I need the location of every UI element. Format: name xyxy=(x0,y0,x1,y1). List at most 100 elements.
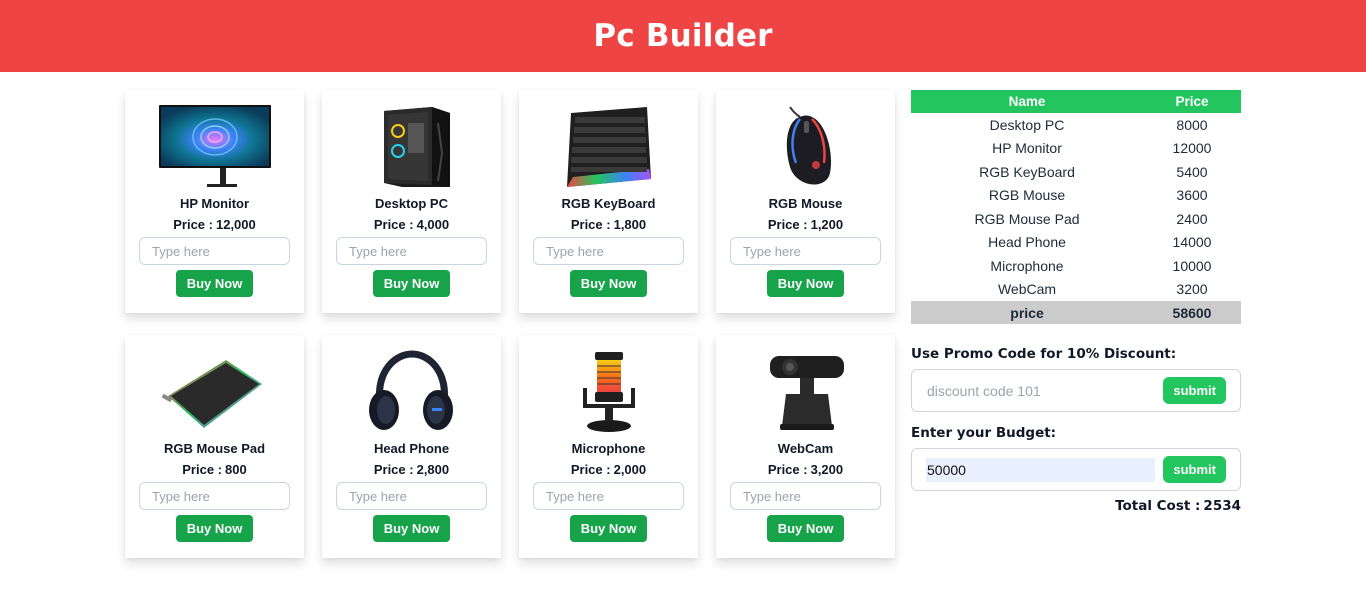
webcam-image xyxy=(746,347,866,437)
buy-now-button[interactable]: Buy Now xyxy=(175,270,254,297)
row-name: WebCam xyxy=(997,281,1057,298)
quantity-input[interactable] xyxy=(139,482,290,510)
buy-now-button[interactable]: Buy Now xyxy=(766,270,845,297)
product-name: HP Monitor xyxy=(179,196,250,211)
promo-submit-button[interactable]: submit xyxy=(1163,377,1226,404)
quantity-input[interactable] xyxy=(533,237,684,265)
table-row: RGB KeyBoard 5400 xyxy=(911,160,1241,184)
promo-form: submit xyxy=(911,369,1241,412)
microphone-image xyxy=(549,347,669,437)
monitor-image xyxy=(155,102,275,192)
product-card: RGB Mouse Pad Price :800 Buy Now xyxy=(125,335,304,558)
product-card: RGB Mouse Price :1,200 Buy Now xyxy=(716,90,895,313)
table-total-row: price 58600 xyxy=(911,301,1241,324)
mouse-image xyxy=(746,102,866,192)
keyboard-image xyxy=(549,102,669,192)
quantity-input[interactable] xyxy=(730,482,881,510)
budget-form: submit xyxy=(911,448,1241,491)
row-price: 2400 xyxy=(1176,210,1208,227)
row-price: 3200 xyxy=(1176,281,1208,298)
mouse-pad-image xyxy=(155,347,275,437)
total-cost: Total Cost :2534 xyxy=(911,498,1241,514)
quantity-input[interactable] xyxy=(730,237,881,265)
table-row: Head Phone 14000 xyxy=(911,231,1241,255)
price-label: Price : xyxy=(373,462,414,477)
product-price: Price :800 xyxy=(182,462,246,477)
quantity-input[interactable] xyxy=(336,482,487,510)
quantity-input[interactable] xyxy=(336,237,487,265)
product-name: WebCam xyxy=(777,441,834,456)
price-label: Price : xyxy=(373,217,414,232)
quantity-input[interactable] xyxy=(533,482,684,510)
product-name: Desktop PC xyxy=(375,196,448,211)
table-row: Microphone 10000 xyxy=(911,254,1241,278)
product-price: Price :4,000 xyxy=(374,217,449,232)
price-value: 2,800 xyxy=(416,462,450,477)
row-price: 12000 xyxy=(1172,140,1212,157)
budget-input[interactable] xyxy=(926,457,1155,482)
product-card: Desktop PC Price :4,000 Buy Now xyxy=(322,90,501,313)
price-label: Price : xyxy=(767,462,808,477)
total-cost-value: 2534 xyxy=(1203,498,1241,514)
product-name: RGB KeyBoard xyxy=(561,196,656,211)
buy-now-button[interactable]: Buy Now xyxy=(372,270,451,297)
page-title: Pc Builder xyxy=(593,18,773,54)
table-row: RGB Mouse 3600 xyxy=(911,184,1241,208)
product-price: Price :1,800 xyxy=(571,217,646,232)
product-card: WebCam Price :3,200 Buy Now xyxy=(716,335,895,558)
product-card: Head Phone Price :2,800 Buy Now xyxy=(322,335,501,558)
product-card: RGB KeyBoard Price :1,800 Buy Now xyxy=(519,90,698,313)
product-grid: HP Monitor Price :12,000 Buy Now Deskto xyxy=(125,90,897,558)
quantity-input[interactable] xyxy=(139,237,290,265)
price-value: 800 xyxy=(225,462,247,477)
product-price: Price :2,800 xyxy=(374,462,449,477)
desktop-pc-image xyxy=(352,102,472,192)
price-label: Price : xyxy=(182,462,223,477)
price-value: 4,000 xyxy=(416,217,450,232)
product-card: Microphone Price :2,000 Buy Now xyxy=(519,335,698,558)
product-name: RGB Mouse xyxy=(768,196,843,211)
row-price: 14000 xyxy=(1172,234,1212,251)
row-name: RGB KeyBoard xyxy=(979,163,1075,180)
buy-now-button[interactable]: Buy Now xyxy=(569,515,648,542)
row-name: Head Phone xyxy=(988,234,1066,251)
buy-now-button[interactable]: Buy Now xyxy=(569,270,648,297)
product-name: Head Phone xyxy=(373,441,450,456)
product-price: Price :1,200 xyxy=(768,217,843,232)
total-cost-label: Total Cost : xyxy=(1115,498,1201,514)
column-header-price: Price xyxy=(1143,90,1241,113)
row-price: 3600 xyxy=(1176,187,1208,204)
buy-now-button[interactable]: Buy Now xyxy=(766,515,845,542)
promo-code-input[interactable] xyxy=(926,378,1155,403)
app-header: Pc Builder xyxy=(0,0,1366,72)
table-row: WebCam 3200 xyxy=(911,278,1241,302)
total-value: 58600 xyxy=(1143,301,1241,324)
row-price: 8000 xyxy=(1176,116,1208,133)
buy-now-button[interactable]: Buy Now xyxy=(372,515,451,542)
budget-label: Enter your Budget: xyxy=(911,425,1057,441)
headphone-image xyxy=(352,347,472,437)
table-row: HP Monitor 12000 xyxy=(911,137,1241,161)
row-name: Desktop PC xyxy=(989,116,1065,133)
total-label: price xyxy=(911,301,1143,324)
product-price: Price :12,000 xyxy=(173,217,256,232)
table-row: Desktop PC 8000 xyxy=(911,113,1241,137)
row-name: HP Monitor xyxy=(992,140,1062,157)
row-name: RGB Mouse xyxy=(988,187,1066,204)
price-value: 2,000 xyxy=(613,462,647,477)
table-header-row: Name Price xyxy=(911,90,1241,113)
product-name: RGB Mouse Pad xyxy=(163,441,266,456)
price-label: Price : xyxy=(173,217,213,232)
promo-label: Use Promo Code for 10% Discount: xyxy=(911,346,1177,362)
product-price: Price :2,000 xyxy=(571,462,646,477)
table-row: RGB Mouse Pad 2400 xyxy=(911,207,1241,231)
column-header-name: Name xyxy=(911,90,1143,113)
price-label: Price : xyxy=(767,217,808,232)
row-name: Microphone xyxy=(990,257,1064,274)
price-value: 1,800 xyxy=(613,217,647,232)
buy-now-button[interactable]: Buy Now xyxy=(175,515,254,542)
price-label: Price : xyxy=(570,217,611,232)
budget-submit-button[interactable]: submit xyxy=(1163,456,1226,483)
price-label: Price : xyxy=(570,462,611,477)
product-name: Microphone xyxy=(571,441,646,456)
